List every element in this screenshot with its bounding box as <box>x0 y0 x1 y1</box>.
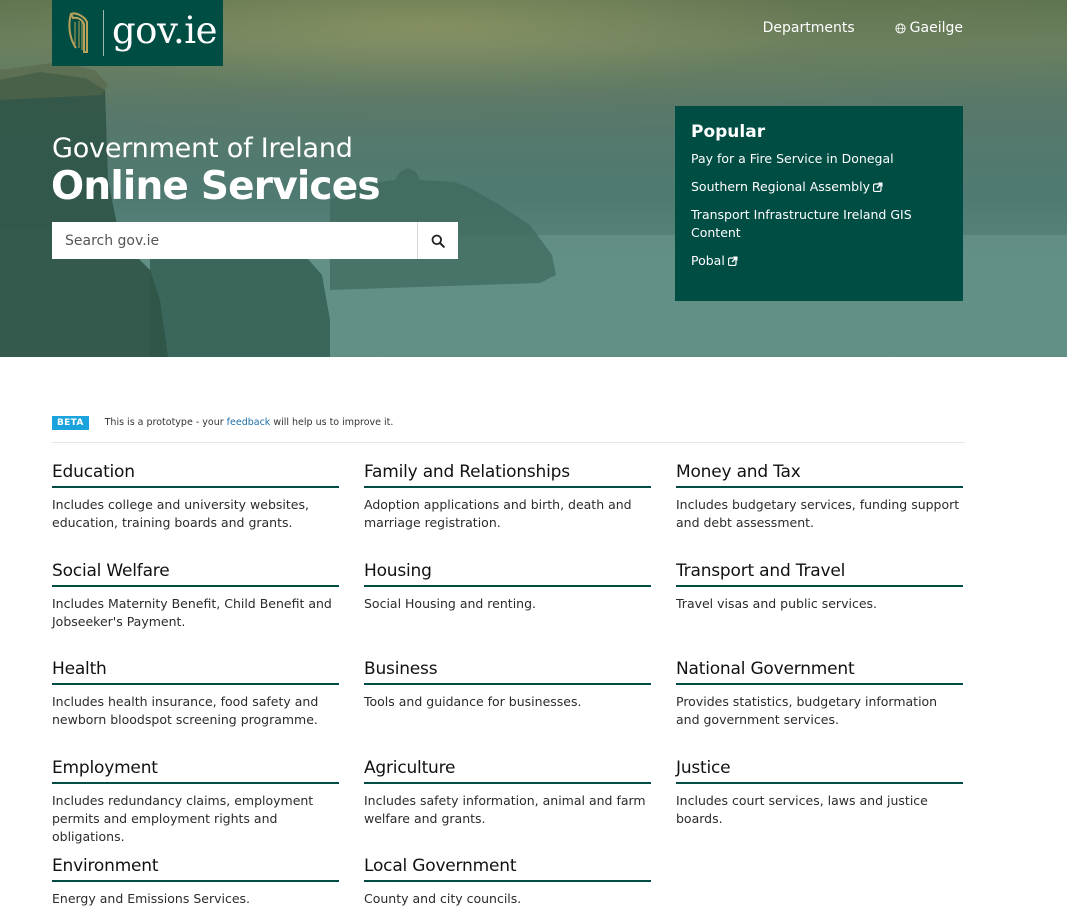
category-environment: Environment Energy and Emissions Service… <box>52 855 339 908</box>
external-link-icon <box>872 182 883 192</box>
beta-message: This is a prototype - your feedback will… <box>105 416 394 430</box>
category-title: Local Government <box>364 855 651 882</box>
category-business: Business Tools and guidance for business… <box>364 658 651 711</box>
category-link-national-government[interactable]: National Government <box>676 659 855 679</box>
beta-banner: BETA This is a prototype - your feedback… <box>52 416 965 443</box>
category-description: Includes redundancy claims, employment p… <box>52 793 314 844</box>
popular-link-pobal[interactable]: Pobal <box>691 253 725 268</box>
category-education: Education Includes college and universit… <box>52 461 339 532</box>
hero-banner: gov.ie Departments Gaeilge Government of… <box>0 0 1067 357</box>
category-housing: Housing Social Housing and renting. <box>364 560 651 613</box>
category-link-social-welfare[interactable]: Social Welfare <box>52 561 170 581</box>
category-title: Health <box>52 658 339 685</box>
category-description: Adoption applications and birth, death a… <box>364 497 632 530</box>
category-transport-and-travel: Transport and Travel Travel visas and pu… <box>676 560 963 613</box>
category-description: Includes college and university websites… <box>52 497 309 530</box>
page-title: Online Services <box>51 164 381 209</box>
category-family-and-relationships: Family and Relationships Adoption applic… <box>364 461 651 532</box>
category-description: Travel visas and public services. <box>676 596 877 611</box>
popular-list: Pay for a Fire Service in Donegal Southe… <box>691 150 947 270</box>
category-link-money-and-tax[interactable]: Money and Tax <box>676 462 801 482</box>
category-description: Energy and Emissions Services. <box>52 891 251 906</box>
category-title: Money and Tax <box>676 461 963 488</box>
category-title: Housing <box>364 560 651 587</box>
search-input[interactable] <box>52 222 417 259</box>
category-health: Health Includes health insurance, food s… <box>52 658 339 729</box>
popular-item: Transport Infrastructure Ireland GIS Con… <box>691 206 947 242</box>
category-link-justice[interactable]: Justice <box>676 758 731 778</box>
category-money-and-tax: Money and Tax Includes budgetary service… <box>676 461 963 532</box>
category-link-housing[interactable]: Housing <box>364 561 432 581</box>
category-description: Includes court services, laws and justic… <box>676 793 928 826</box>
logo-text: gov.ie <box>112 9 217 52</box>
top-nav: Departments Gaeilge <box>763 19 963 37</box>
category-link-family-and-relationships[interactable]: Family and Relationships <box>364 462 570 482</box>
category-link-agriculture[interactable]: Agriculture <box>364 758 455 778</box>
category-link-education[interactable]: Education <box>52 462 135 482</box>
category-title: Family and Relationships <box>364 461 651 488</box>
category-description: Provides statistics, budgetary informati… <box>676 694 938 727</box>
category-description: Tools and guidance for businesses. <box>364 694 582 709</box>
category-title: Education <box>52 461 339 488</box>
category-description: Includes safety information, animal and … <box>364 793 646 826</box>
popular-panel: Popular Pay for a Fire Service in Donega… <box>675 106 963 301</box>
popular-item: Pay for a Fire Service in Donegal <box>691 150 947 168</box>
category-link-health[interactable]: Health <box>52 659 107 679</box>
popular-item: Pobal <box>691 252 947 270</box>
hero-subtitle: Government of Ireland <box>52 133 353 164</box>
category-description: Includes Maternity Benefit, Child Benefi… <box>52 596 332 629</box>
category-title: Justice <box>676 757 963 784</box>
category-title: National Government <box>676 658 963 685</box>
logo-divider <box>103 10 104 56</box>
category-national-government: National Government Provides statistics,… <box>676 658 963 729</box>
beta-text-after: will help us to improve it. <box>270 417 394 428</box>
harp-icon <box>68 12 88 53</box>
nav-language-label: Gaeilge <box>909 20 963 36</box>
popular-link-southern-regional-assembly[interactable]: Southern Regional Assembly <box>691 179 870 194</box>
category-agriculture: Agriculture Includes safety information,… <box>364 757 651 828</box>
search-icon <box>431 234 445 248</box>
category-link-business[interactable]: Business <box>364 659 438 679</box>
govie-logo[interactable]: gov.ie <box>52 0 223 66</box>
category-social-welfare: Social Welfare Includes Maternity Benefi… <box>52 560 339 631</box>
popular-item: Southern Regional Assembly <box>691 178 947 196</box>
category-description: Social Housing and renting. <box>364 596 536 611</box>
category-link-employment[interactable]: Employment <box>52 758 158 778</box>
external-link-icon <box>727 256 738 266</box>
category-justice: Justice Includes court services, laws an… <box>676 757 963 828</box>
category-title: Environment <box>52 855 339 882</box>
popular-heading: Popular <box>691 122 766 142</box>
category-title: Agriculture <box>364 757 651 784</box>
category-link-environment[interactable]: Environment <box>52 856 159 876</box>
search-bar <box>52 222 458 259</box>
nav-language-toggle[interactable]: Gaeilge <box>895 19 963 37</box>
category-title: Business <box>364 658 651 685</box>
nav-departments[interactable]: Departments <box>763 19 855 37</box>
category-employment: Employment Includes redundancy claims, e… <box>52 757 339 846</box>
popular-link-fire-service[interactable]: Pay for a Fire Service in Donegal <box>691 151 894 166</box>
category-description: Includes health insurance, food safety a… <box>52 694 319 727</box>
globe-icon <box>895 22 906 34</box>
category-title: Employment <box>52 757 339 784</box>
category-description: County and city councils. <box>364 891 522 906</box>
category-description: Includes budgetary services, funding sup… <box>676 497 960 530</box>
popular-link-tii-gis[interactable]: Transport Infrastructure Ireland GIS Con… <box>691 207 912 240</box>
category-title: Social Welfare <box>52 560 339 587</box>
feedback-link[interactable]: feedback <box>227 417 271 428</box>
beta-badge: BETA <box>52 416 89 430</box>
beta-text-before: This is a prototype - your <box>104 417 227 428</box>
search-button[interactable] <box>417 222 458 259</box>
category-link-transport-and-travel[interactable]: Transport and Travel <box>676 561 845 581</box>
category-title: Transport and Travel <box>676 560 963 587</box>
category-local-government: Local Government County and city council… <box>364 855 651 908</box>
category-link-local-government[interactable]: Local Government <box>364 856 516 876</box>
